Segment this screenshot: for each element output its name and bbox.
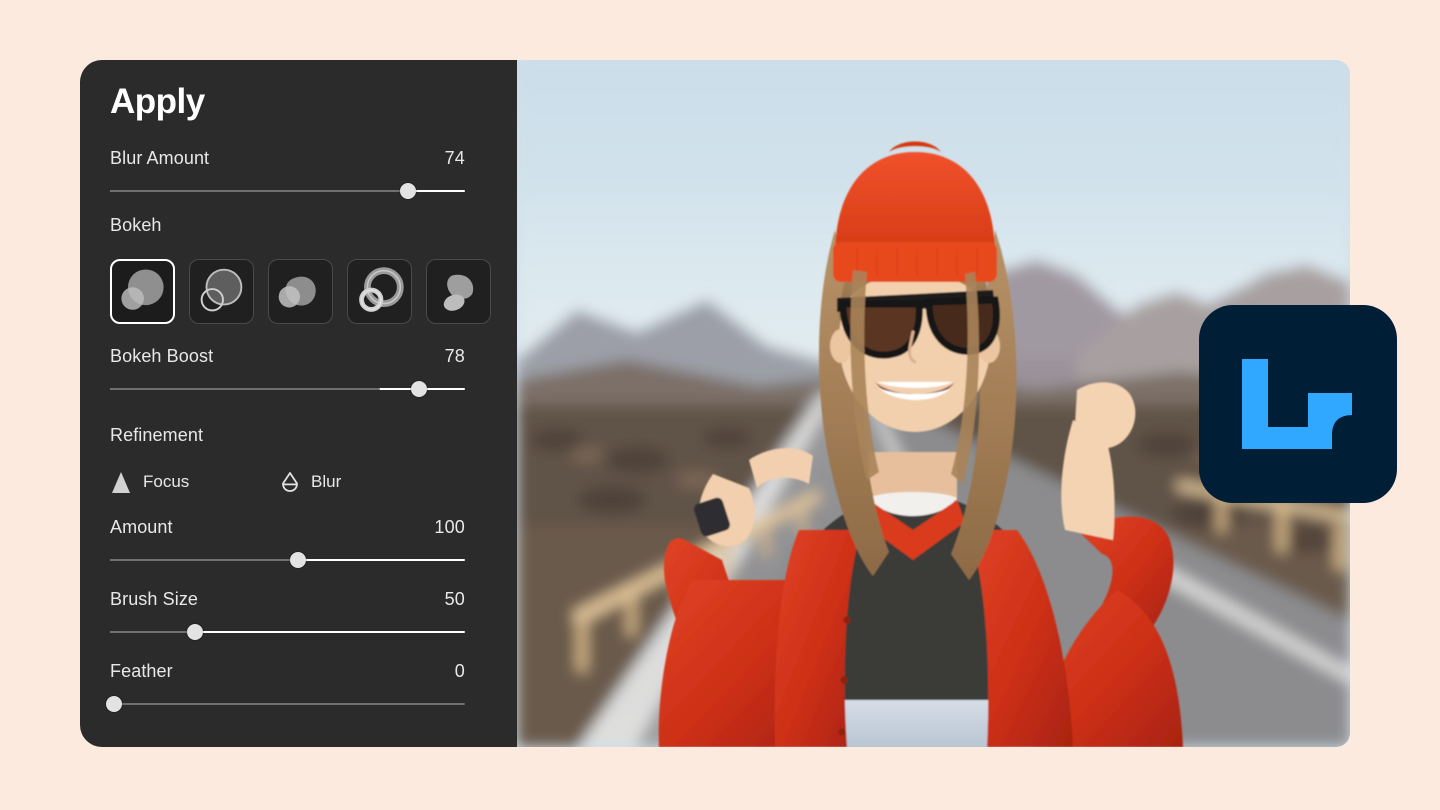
slider-header: Amount 100 [110,517,465,538]
bokeh-style-circle[interactable] [110,259,175,324]
slider-header: Bokeh Boost 78 [110,346,465,367]
slider-feather[interactable]: Feather 0 [110,661,465,712]
refinement-mode-focus[interactable]: Focus [110,465,189,499]
refinement-mode-label: Blur [311,472,341,492]
slider-label: Feather [110,661,173,682]
slider-track-area[interactable] [110,696,465,712]
slider-brush-size[interactable]: Brush Size 50 [110,589,465,640]
slider-amount[interactable]: Amount 100 [110,517,465,568]
bokeh-section-label: Bokeh [110,215,162,236]
bokeh-style-ring-overlap[interactable] [189,259,254,324]
page-title: Apply [110,84,205,119]
droplet-icon [280,470,300,494]
refinement-mode-label: Focus [143,472,189,492]
slider-handle[interactable] [411,381,427,397]
slider-value: 50 [445,589,465,610]
slider-label: Brush Size [110,589,198,610]
slider-label: Blur Amount [110,148,209,169]
slider-track [110,703,465,705]
slider-label: Bokeh Boost [110,346,213,367]
bokeh-style-petal[interactable] [426,259,491,324]
slider-handle[interactable] [106,696,122,712]
slider-bokeh-boost[interactable]: Bokeh Boost 78 [110,346,465,397]
triangle-icon [110,470,132,494]
bokeh-style-list [110,259,491,324]
slider-value: 78 [445,346,465,367]
slider-track-area[interactable] [110,624,465,640]
slider-label: Amount [110,517,173,538]
refinement-section-label: Refinement [110,425,203,446]
slider-value: 74 [445,148,465,169]
slider-header: Blur Amount 74 [110,148,465,169]
bokeh-style-donut[interactable] [347,259,412,324]
bokeh-preview-icon [269,260,332,323]
slider-track-area[interactable] [110,183,465,199]
slider-value: 100 [434,517,465,538]
slider-header: Brush Size 50 [110,589,465,610]
bokeh-preview-icon [190,260,253,323]
lightroom-logo-icon [1234,349,1362,459]
slider-handle[interactable] [290,552,306,568]
bokeh-preview-icon [348,260,411,323]
bokeh-preview-icon [112,261,173,322]
bokeh-style-soft-blob[interactable] [268,259,333,324]
slider-blur-amount[interactable]: Blur Amount 74 [110,148,465,199]
apply-panel: Apply Blur Amount 74 Bokeh [80,60,517,747]
slider-handle[interactable] [400,183,416,199]
refinement-mode-group: Focus Blur [110,465,465,499]
slider-value: 0 [455,661,465,682]
slider-header: Feather 0 [110,661,465,682]
slider-track-filled [110,190,408,192]
slider-track-area[interactable] [110,381,465,397]
slider-track-filled [110,631,195,633]
slider-track-filled [110,388,380,390]
slider-track-area[interactable] [110,552,465,568]
screen-root: Apply Blur Amount 74 Bokeh [0,0,1440,810]
bokeh-preview-icon [427,260,490,323]
refinement-mode-blur[interactable]: Blur [280,465,341,499]
slider-handle[interactable] [187,624,203,640]
slider-track-filled [110,559,298,561]
lightroom-app-badge[interactable] [1199,305,1397,503]
